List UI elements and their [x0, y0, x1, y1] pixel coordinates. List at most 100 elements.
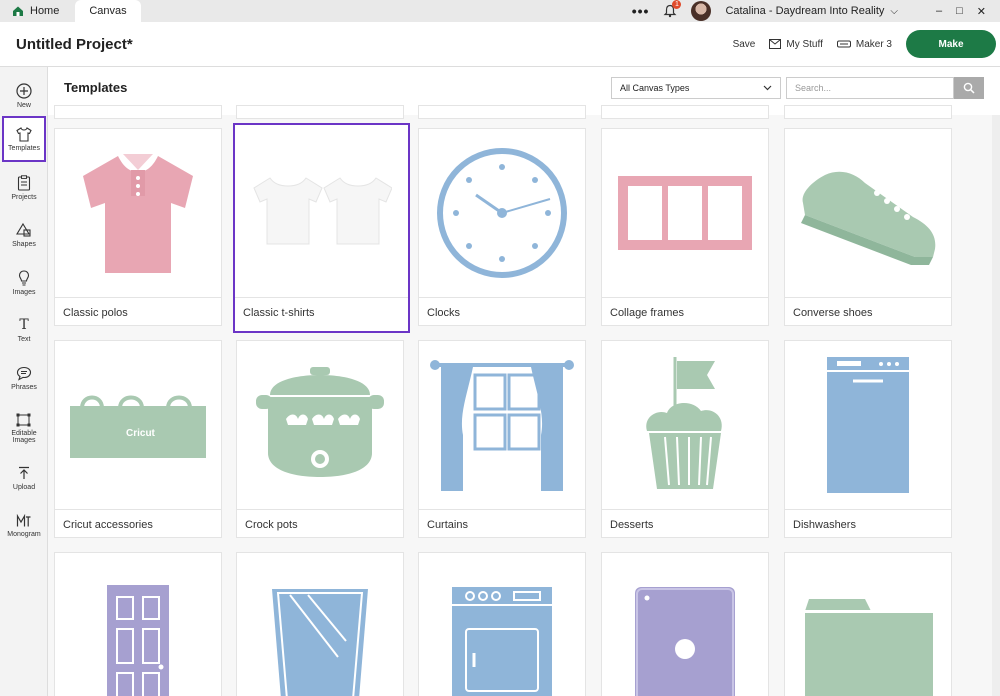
project-title[interactable]: Untitled Project* — [16, 36, 133, 53]
sidebar-item-label: New — [16, 102, 31, 109]
collage-frame-icon — [618, 176, 752, 250]
template-thumb — [602, 129, 768, 297]
edit-nodes-icon — [16, 413, 31, 426]
templates-panel: Templates All Canvas Types Search... Cla… — [48, 67, 1000, 696]
template-card-classic-t-shirts[interactable]: Classic t-shirts — [233, 123, 410, 333]
chevron-down-icon[interactable]: ⌵ — [890, 6, 898, 17]
template-thumb — [235, 125, 408, 297]
template-label: Curtains — [419, 509, 585, 538]
sidebar-item-editable-images[interactable]: Editable Images — [2, 403, 46, 453]
save-button[interactable]: Save — [733, 39, 756, 50]
template-thumb — [785, 341, 951, 509]
titlebar-right: ••• 1 Catalina - Daydream Into Reality ⌵… — [632, 0, 1000, 22]
sidebar-item-label: Editable Images — [11, 429, 37, 444]
sidebar-item-shapes[interactable]: Shapes — [2, 212, 46, 258]
template-card-partial[interactable] — [54, 105, 222, 119]
template-label: Converse shoes — [785, 297, 951, 326]
templates-scrollbar[interactable] — [992, 115, 1000, 696]
template-thumb — [55, 553, 221, 696]
dishwasher-icon — [827, 357, 909, 493]
template-thumb — [237, 553, 403, 696]
sidebar-item-projects[interactable]: Projects — [2, 165, 46, 211]
text-t-icon: T — [19, 317, 29, 333]
template-card-cricut-accessories[interactable]: Cricut Cricut accessories — [54, 340, 222, 538]
user-name[interactable]: Catalina - Daydream Into Reality — [725, 5, 884, 17]
door-icon — [107, 585, 169, 696]
sidebar-item-upload[interactable]: Upload — [2, 455, 46, 501]
sidebar-item-text[interactable]: T Text — [2, 307, 46, 353]
template-label: Collage frames — [602, 297, 768, 326]
canvas-type-value: All Canvas Types — [620, 83, 690, 93]
washer-icon — [452, 587, 552, 696]
tablet-icon — [635, 587, 735, 696]
template-card-collage-frames[interactable]: Collage frames — [601, 128, 769, 326]
crock-pot-icon — [256, 367, 384, 477]
tshirt-pair-icon — [252, 177, 392, 245]
template-card-partial[interactable] — [236, 105, 404, 119]
maximize-icon[interactable]: □ — [956, 5, 963, 17]
tab-canvas[interactable]: Canvas — [75, 0, 141, 22]
sidebar-item-label: Text — [17, 336, 31, 343]
template-card-dishwashers[interactable]: Dishwashers — [784, 340, 952, 538]
sidebar-item-new[interactable]: New — [2, 73, 46, 119]
template-label: Dishwashers — [785, 509, 951, 538]
template-card-classic-polos[interactable]: Classic polos — [54, 128, 222, 326]
notification-badge: 1 — [672, 0, 682, 9]
close-icon[interactable]: ✕ — [977, 5, 986, 18]
canvas-type-select[interactable]: All Canvas Types — [611, 77, 781, 99]
clipboard-icon — [17, 175, 31, 191]
template-card-dryers[interactable] — [418, 552, 586, 696]
template-card-partial[interactable] — [418, 105, 586, 119]
template-card-converse-shoes[interactable]: Converse shoes — [784, 128, 952, 326]
sidebar-item-images[interactable]: Images — [2, 260, 46, 306]
template-card-doors[interactable] — [54, 552, 222, 696]
make-button[interactable]: Make — [906, 30, 996, 58]
template-thumb — [602, 553, 768, 696]
sneaker-icon — [801, 171, 936, 265]
template-thumb — [419, 341, 585, 509]
glass-icon — [272, 589, 368, 696]
sidebar-item-monogram[interactable]: Monogram — [2, 503, 46, 549]
shapes-icon — [16, 222, 31, 237]
notifications-button[interactable]: 1 — [663, 0, 682, 18]
template-card-drinkware[interactable] — [236, 552, 404, 696]
template-thumb — [237, 341, 403, 509]
more-icon[interactable]: ••• — [632, 3, 650, 19]
template-label: Crock pots — [237, 509, 403, 538]
curtains-icon — [430, 360, 574, 491]
window-titlebar: Home Canvas ••• 1 Catalina - Daydream In… — [0, 0, 1000, 22]
my-stuff-button[interactable]: My Stuff — [769, 39, 823, 50]
templates-grid: Classic polos Classic t-shirts Clocks Co… — [48, 105, 1000, 696]
template-card-electronics[interactable] — [601, 552, 769, 696]
tab-home-label: Home — [30, 5, 60, 17]
template-card-partial[interactable] — [784, 105, 952, 119]
template-card-clocks[interactable]: Clocks — [418, 128, 586, 326]
home-icon — [13, 6, 23, 16]
template-thumb — [602, 341, 768, 509]
machine-icon — [836, 40, 851, 48]
upload-icon — [19, 466, 29, 479]
polo-shirt-icon — [83, 154, 193, 273]
avatar[interactable] — [691, 1, 712, 21]
machine-button[interactable]: Maker 3 — [836, 39, 892, 50]
sidebar-item-label: Projects — [11, 194, 37, 201]
tab-canvas-label: Canvas — [89, 5, 127, 17]
template-card-desserts[interactable]: Desserts — [601, 340, 769, 538]
sidebar-item-templates[interactable]: Templates — [2, 116, 46, 162]
template-card-crock-pots[interactable]: Crock pots — [236, 340, 404, 538]
search-button[interactable] — [954, 77, 984, 99]
envelope-icon — [769, 39, 782, 49]
minimize-icon[interactable]: – — [936, 5, 942, 17]
template-thumb — [55, 129, 221, 297]
search-input[interactable]: Search... — [786, 77, 954, 99]
template-label: Desserts — [602, 509, 768, 538]
sidebar-item-phrases[interactable]: Phrases — [2, 355, 46, 401]
clock-icon — [437, 148, 567, 278]
templates-title: Templates — [64, 80, 128, 95]
template-card-file-folders[interactable] — [784, 552, 952, 696]
tab-home[interactable]: Home — [0, 0, 71, 22]
template-card-partial[interactable] — [601, 105, 769, 119]
folder-icon — [805, 599, 933, 696]
search-icon — [963, 82, 975, 94]
template-card-curtains[interactable]: Curtains — [418, 340, 586, 538]
